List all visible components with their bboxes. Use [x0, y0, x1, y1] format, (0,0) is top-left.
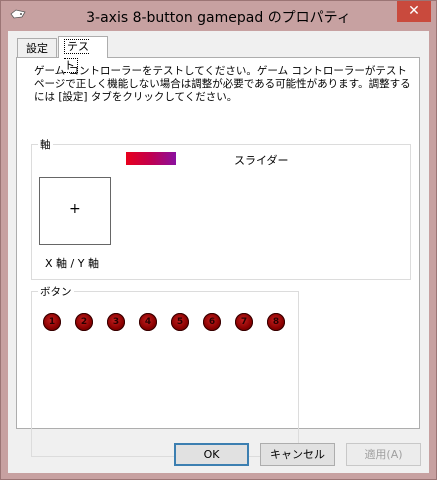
axes-group-label: 軸: [38, 137, 53, 152]
xy-axis-label: X 軸 / Y 軸: [45, 257, 99, 270]
gamepad-button-indicator: 6: [203, 313, 221, 331]
apply-button[interactable]: 適用(A): [346, 443, 421, 466]
gamepad-button-indicator: 8: [267, 313, 285, 331]
properties-window: 3-axis 8-button gamepad のプロパティ ✕ 設定 テスト …: [0, 0, 437, 480]
title-bar[interactable]: 3-axis 8-button gamepad のプロパティ ✕: [1, 1, 436, 31]
slider-label: スライダー: [234, 154, 289, 167]
tab-settings[interactable]: 設定: [17, 38, 57, 58]
buttons-group-label: ボタン: [38, 284, 74, 299]
ok-button[interactable]: OK: [174, 443, 249, 466]
description-text: ゲーム コントローラーをテストしてください。ゲーム コントローラーがテスト ペー…: [34, 65, 411, 103]
close-icon: ✕: [408, 3, 420, 19]
gamepad-button-indicator: 1: [43, 313, 61, 331]
tab-settings-label: 設定: [26, 42, 48, 55]
xy-axis-box: +: [39, 177, 111, 245]
axes-group: 軸 スライダー + X 軸 / Y 軸: [31, 137, 411, 280]
cancel-button[interactable]: キャンセル: [260, 443, 335, 466]
window-title: 3-axis 8-button gamepad のプロパティ: [86, 10, 351, 26]
buttons-group: ボタン 1 2 3 4 5 6 7 8: [31, 284, 299, 457]
gamepad-button-indicator: 3: [107, 313, 125, 331]
tab-test[interactable]: テスト: [58, 36, 108, 73]
gamepad-button-indicator: 4: [139, 313, 157, 331]
gamepad-button-indicator: 2: [75, 313, 93, 331]
close-button[interactable]: ✕: [397, 1, 431, 22]
test-panel: ゲーム コントローラーをテストしてください。ゲーム コントローラーがテスト ペー…: [16, 57, 420, 457]
crosshair-icon: +: [69, 201, 81, 217]
slider-indicator: [126, 152, 176, 165]
gamepad-button-indicator: 5: [171, 313, 189, 331]
dialog-client: 設定 テスト ゲーム コントローラーをテストしてください。ゲーム コントローラー…: [8, 31, 429, 473]
gamepad-button-indicator: 7: [235, 313, 253, 331]
